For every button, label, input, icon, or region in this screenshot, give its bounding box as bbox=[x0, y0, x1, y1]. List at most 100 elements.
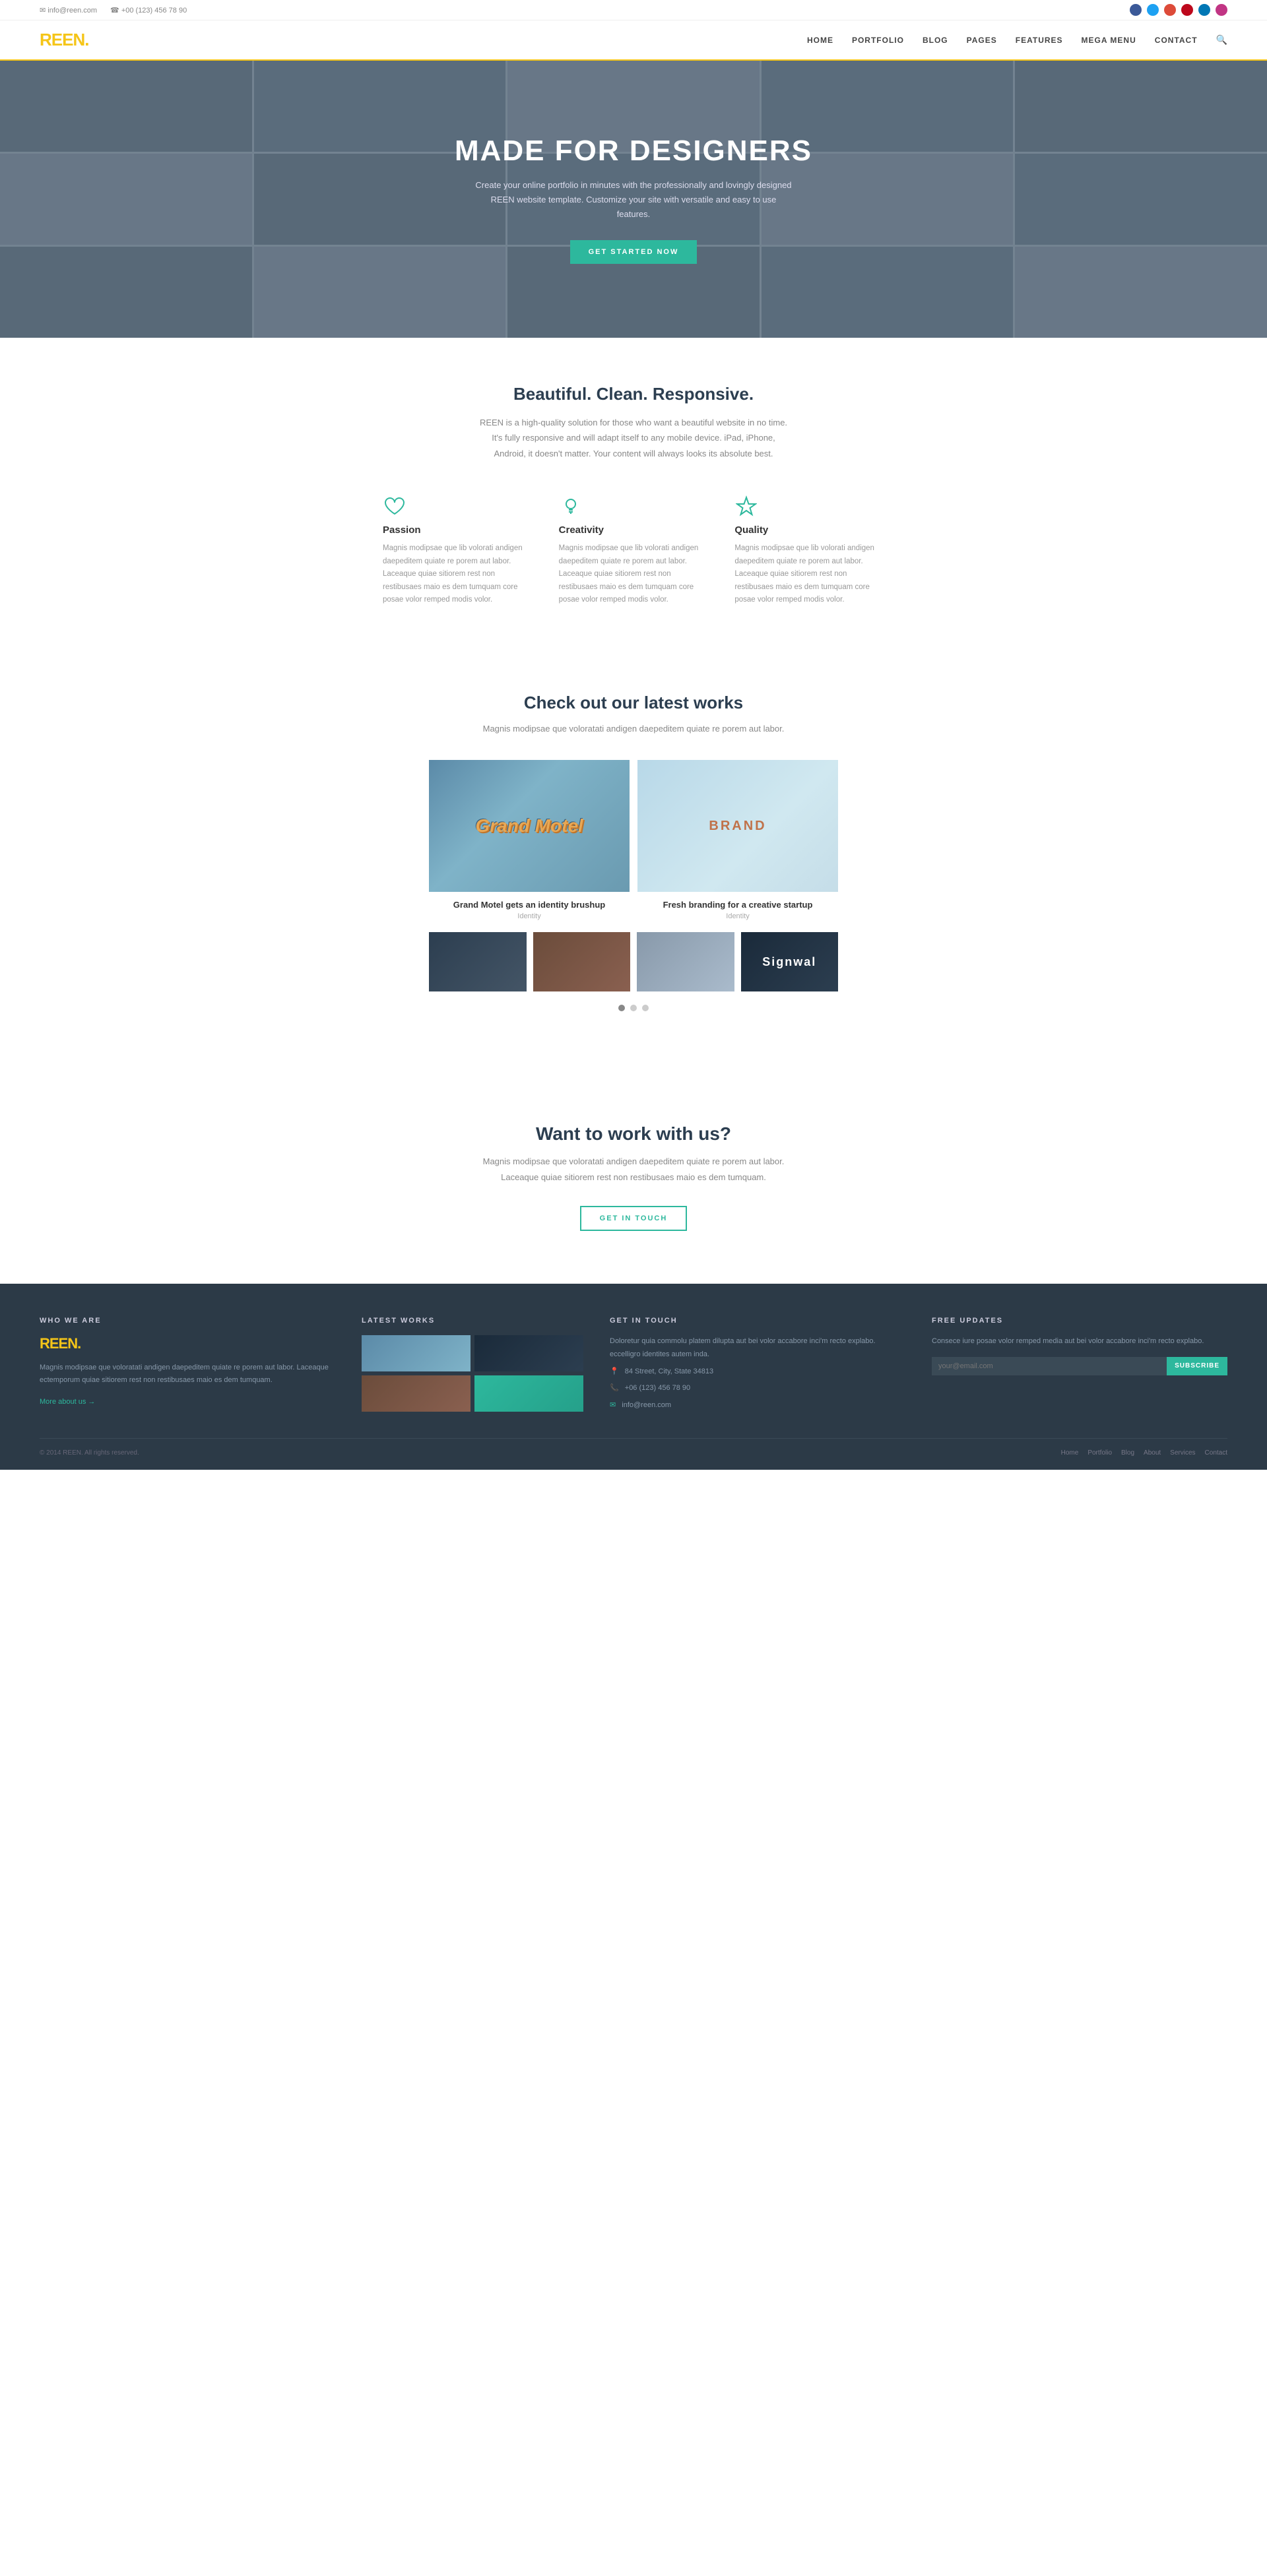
hero-section: MADE FOR DESIGNERS Create your online po… bbox=[0, 61, 1267, 338]
nav-home[interactable]: HOME bbox=[807, 36, 833, 45]
star-icon bbox=[734, 494, 758, 518]
hero-cell bbox=[0, 61, 252, 152]
portfolio-item-info-1: Grand Motel gets an identity brushup Ide… bbox=[429, 892, 630, 924]
top-bar: ✉ info@reen.com ☎ +00 (123) 456 78 90 bbox=[0, 0, 1267, 20]
footer-col-updates: FREE UPDATES Consece iure posae volor re… bbox=[932, 1317, 1227, 1418]
grand-motel-thumbnail bbox=[429, 760, 630, 892]
features-section: Beautiful. Clean. Responsive. REEN is a … bbox=[0, 338, 1267, 653]
portfolio-title: Check out our latest works bbox=[40, 693, 1227, 713]
footer-work-2[interactable] bbox=[474, 1335, 583, 1371]
hero-subtitle: Create your online portfolio in minutes … bbox=[475, 178, 792, 222]
creativity-desc: Magnis modipsae que lib volorati andigen… bbox=[559, 542, 709, 607]
portfolio-small-item-2[interactable] bbox=[533, 932, 631, 991]
social-facebook[interactable] bbox=[1130, 4, 1142, 16]
hero-cta-button[interactable]: GET STARTED NOW bbox=[570, 240, 698, 264]
phone-icon: ☎ bbox=[110, 7, 121, 15]
footer-work-3[interactable] bbox=[362, 1375, 471, 1412]
cta-title: Want to work with us? bbox=[40, 1123, 1227, 1145]
bulb-icon bbox=[559, 494, 583, 518]
quality-desc: Magnis modipsae que lib volorati andigen… bbox=[734, 542, 884, 607]
main-nav: HOME PORTFOLIO BLOG PAGES FEATURES MEGA … bbox=[807, 34, 1227, 46]
get-in-touch-button[interactable]: GET IN TOUCH bbox=[580, 1206, 688, 1231]
subscribe-button[interactable]: SUBSCRIBE bbox=[1167, 1357, 1227, 1375]
header: REEN. HOME PORTFOLIO BLOG PAGES FEATURES… bbox=[0, 20, 1267, 61]
hero-cell bbox=[0, 247, 252, 338]
hero-cell bbox=[0, 154, 252, 245]
feature-quality: Quality Magnis modipsae que lib volorati… bbox=[734, 494, 884, 607]
nav-contact[interactable]: CONTACT bbox=[1155, 36, 1198, 45]
features-grid: Passion Magnis modipsae que lib volorati… bbox=[383, 494, 884, 607]
portfolio-small-grid bbox=[429, 932, 838, 991]
footer-contact-desc: Doloretur quia commolu platem dilupta au… bbox=[610, 1335, 905, 1362]
footer-works-grid bbox=[362, 1335, 583, 1412]
footer-more-about-link[interactable]: More about us → bbox=[40, 1398, 95, 1406]
get-in-touch-title: GET IN TOUCH bbox=[610, 1317, 905, 1325]
footer-nav-blog[interactable]: Blog bbox=[1121, 1449, 1134, 1457]
features-subtitle: REEN is a high-quality solution for thos… bbox=[475, 415, 792, 461]
who-we-are-title: WHO WE ARE bbox=[40, 1317, 335, 1325]
nav-features[interactable]: FEATURES bbox=[1016, 36, 1063, 45]
social-instagram[interactable] bbox=[1216, 4, 1227, 16]
footer-bottom-nav: Home Portfolio Blog About Services Conta… bbox=[1061, 1449, 1227, 1457]
portfolio-pagination bbox=[40, 1005, 1227, 1011]
logo[interactable]: REEN. bbox=[40, 30, 88, 50]
dot-2[interactable] bbox=[630, 1005, 637, 1011]
footer-nav-about[interactable]: About bbox=[1144, 1449, 1161, 1457]
nav-pages[interactable]: PAGES bbox=[967, 36, 997, 45]
free-updates-title: FREE UPDATES bbox=[932, 1317, 1227, 1325]
portfolio-item-cat-1: Identity bbox=[429, 912, 630, 920]
footer-logo: REEN. bbox=[40, 1335, 335, 1352]
footer-nav-contact[interactable]: Contact bbox=[1205, 1449, 1227, 1457]
subscribe-input[interactable] bbox=[932, 1357, 1167, 1375]
portfolio-item-grand-motel[interactable]: Grand Motel gets an identity brushup Ide… bbox=[429, 760, 630, 924]
footer-col-who-we-are: WHO WE ARE REEN. Magnis modipsae que vol… bbox=[40, 1317, 335, 1418]
cta-subtitle: Magnis modipsae que voloratati andigen d… bbox=[475, 1154, 792, 1185]
footer-address: 📍 84 Street, City, State 34813 bbox=[610, 1366, 905, 1379]
fresh-branding-thumbnail bbox=[637, 760, 838, 892]
address-icon: 📍 bbox=[610, 1367, 619, 1375]
footer-nav-services[interactable]: Services bbox=[1170, 1449, 1195, 1457]
nav-portfolio[interactable]: PORTFOLIO bbox=[852, 36, 904, 45]
quality-title: Quality bbox=[734, 524, 884, 536]
footer-work-4[interactable] bbox=[474, 1375, 583, 1412]
search-icon[interactable]: 🔍 bbox=[1216, 34, 1227, 46]
footer-col-latest-works: LATEST WORKS bbox=[362, 1317, 583, 1418]
portfolio-small-item-1[interactable] bbox=[429, 932, 527, 991]
subscribe-form: SUBSCRIBE bbox=[932, 1357, 1227, 1375]
hero-cell bbox=[1015, 247, 1267, 338]
footer-col-contact: GET IN TOUCH Doloretur quia commolu plat… bbox=[610, 1317, 905, 1418]
social-linkedin[interactable] bbox=[1198, 4, 1210, 16]
footer-nav-home[interactable]: Home bbox=[1061, 1449, 1079, 1457]
email-icon: ✉ bbox=[40, 7, 48, 15]
passion-title: Passion bbox=[383, 524, 533, 536]
footer-nav-portfolio[interactable]: Portfolio bbox=[1088, 1449, 1112, 1457]
cta-section: Want to work with us? Magnis modipsae qu… bbox=[0, 1071, 1267, 1284]
dot-1[interactable] bbox=[618, 1005, 625, 1011]
nav-mega-menu[interactable]: MEGA MENU bbox=[1082, 36, 1136, 45]
portfolio-small-item-4[interactable] bbox=[741, 932, 839, 991]
hero-cell bbox=[1015, 61, 1267, 152]
portfolio-item-info-2: Fresh branding for a creative startup Id… bbox=[637, 892, 838, 924]
feature-passion: Passion Magnis modipsae que lib volorati… bbox=[383, 494, 533, 607]
social-google[interactable] bbox=[1164, 4, 1176, 16]
footer-who-desc: Magnis modipsae que voloratati andigen d… bbox=[40, 1362, 335, 1386]
hero-title: MADE FOR DESIGNERS bbox=[455, 135, 812, 168]
portfolio-main-grid: Grand Motel gets an identity brushup Ide… bbox=[429, 760, 838, 924]
footer-phone: 📞 +06 (123) 456 78 90 bbox=[610, 1382, 905, 1395]
footer-work-1[interactable] bbox=[362, 1335, 471, 1371]
portfolio-item-title-1: Grand Motel gets an identity brushup bbox=[429, 900, 630, 910]
nav-blog[interactable]: BLOG bbox=[923, 36, 948, 45]
hero-cell bbox=[1015, 154, 1267, 245]
heart-icon bbox=[383, 494, 406, 518]
portfolio-section: Check out our latest works Magnis modips… bbox=[0, 653, 1267, 1071]
features-title: Beautiful. Clean. Responsive. bbox=[40, 384, 1227, 404]
social-pinterest[interactable] bbox=[1181, 4, 1193, 16]
email-info: ✉ info@reen.com bbox=[40, 6, 97, 15]
portfolio-item-fresh-branding[interactable]: Fresh branding for a creative startup Id… bbox=[637, 760, 838, 924]
portfolio-small-item-3[interactable] bbox=[637, 932, 734, 991]
dot-3[interactable] bbox=[642, 1005, 649, 1011]
social-twitter[interactable] bbox=[1147, 4, 1159, 16]
footer: WHO WE ARE REEN. Magnis modipsae que vol… bbox=[0, 1284, 1267, 1470]
footer-bottom: © 2014 REEN. All rights reserved. Home P… bbox=[40, 1438, 1227, 1457]
email-icon-footer: ✉ bbox=[610, 1401, 616, 1409]
